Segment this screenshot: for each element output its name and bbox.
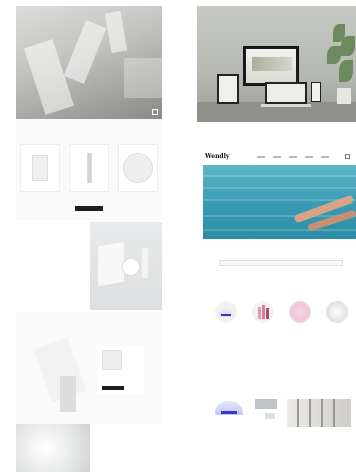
device-buy-button[interactable] — [102, 386, 124, 390]
kit-image[interactable] — [255, 399, 277, 409]
nav-item[interactable] — [273, 156, 281, 158]
laptop — [261, 82, 311, 107]
salon-photo — [287, 399, 351, 427]
device-panel — [98, 346, 144, 394]
category-item[interactable] — [324, 301, 350, 331]
product-card[interactable] — [20, 144, 60, 192]
bottom-block — [16, 420, 162, 472]
bottom-info — [90, 424, 162, 472]
rhinestone-icon — [326, 301, 348, 323]
uv-lamp-image[interactable] — [215, 401, 243, 415]
cart-icon[interactable] — [345, 154, 350, 159]
scroll-arrow-icon[interactable] — [152, 109, 158, 115]
flower-image — [16, 424, 90, 472]
site-header: Wendly — [197, 149, 356, 165]
device-thumb — [102, 350, 122, 370]
left-site-screenshot — [16, 6, 162, 472]
product-image — [32, 155, 48, 181]
devices-mockup — [197, 6, 356, 122]
nav-item[interactable] — [257, 156, 265, 158]
glitter-icon — [289, 301, 311, 323]
nail-polish-icon — [252, 301, 274, 323]
feature-products — [211, 393, 356, 429]
shop-button[interactable] — [75, 206, 103, 211]
category-item[interactable] — [287, 301, 313, 331]
pool-banner — [203, 165, 356, 239]
plant — [327, 24, 356, 104]
product-image — [123, 153, 153, 183]
phone — [311, 82, 321, 102]
tablet — [217, 74, 239, 104]
left-hero-banner — [16, 6, 162, 119]
category-item[interactable] — [250, 301, 276, 331]
device-image — [33, 332, 87, 420]
main-nav — [257, 156, 329, 158]
nav-item[interactable] — [321, 156, 329, 158]
device-block — [16, 324, 162, 426]
product-card[interactable] — [118, 144, 158, 192]
category-item[interactable] — [213, 301, 239, 331]
hero-shape — [124, 58, 162, 98]
nav-item[interactable] — [305, 156, 313, 158]
product-card[interactable] — [69, 144, 109, 192]
search-input[interactable] — [219, 260, 343, 266]
feature-block — [16, 220, 162, 312]
uv-lamp-icon — [215, 301, 237, 323]
kit-image — [265, 413, 275, 419]
nav-item[interactable] — [289, 156, 297, 158]
brand-logo[interactable]: Wendly — [205, 153, 229, 160]
hero-shape — [63, 20, 107, 84]
monitor — [243, 46, 299, 86]
feature-image — [90, 222, 162, 310]
product-image — [86, 153, 92, 183]
hero-shape — [104, 10, 128, 54]
right-site-screenshot: Wendly — [197, 149, 356, 472]
category-list — [213, 301, 356, 341]
